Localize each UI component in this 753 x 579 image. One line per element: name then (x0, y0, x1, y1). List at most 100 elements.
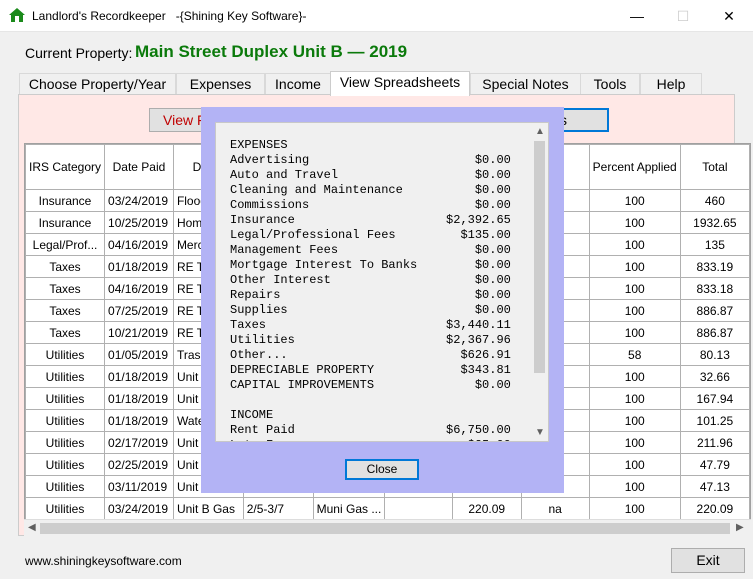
table-cell[interactable] (384, 497, 453, 520)
table-cell[interactable]: Taxes (25, 277, 106, 300)
table-cell[interactable]: 100 (588, 387, 681, 410)
table-cell[interactable]: 220.09 (679, 497, 750, 520)
tab-income[interactable]: Income (265, 73, 331, 95)
table-cell[interactable]: 100 (588, 299, 681, 322)
table-cell[interactable]: 833.18 (679, 277, 750, 300)
tab-view-spreadsheets[interactable]: View Spreadsheets (330, 71, 470, 96)
column-header[interactable]: Total (679, 144, 750, 190)
table-cell[interactable]: Utilities (25, 387, 106, 410)
tab-special-notes[interactable]: Special Notes (470, 73, 581, 95)
view-report-button[interactable]: View F (149, 108, 209, 132)
table-cell[interactable]: Legal/Prof... (25, 233, 106, 256)
table-cell[interactable]: 02/17/2019 (104, 431, 174, 454)
table-cell[interactable]: Insurance (25, 211, 106, 234)
table-cell[interactable]: Muni Gas ... (312, 497, 386, 520)
table-cell[interactable]: 07/25/2019 (104, 299, 174, 322)
close-button[interactable]: Close (345, 459, 419, 480)
scroll-right-icon[interactable]: ▶ (736, 522, 744, 533)
table-cell[interactable]: Utilities (25, 497, 106, 520)
table-cell[interactable]: 100 (588, 409, 681, 432)
table-cell[interactable]: 01/18/2019 (104, 387, 174, 410)
table-cell[interactable]: 100 (588, 189, 681, 212)
table-cell[interactable]: 100 (588, 453, 681, 476)
table-cell[interactable]: na (520, 497, 590, 520)
table-cell[interactable]: 58 (588, 343, 681, 366)
table-cell[interactable]: 100 (588, 497, 681, 520)
table-cell[interactable]: 80.13 (679, 343, 750, 366)
minimize-button[interactable]: — (614, 4, 660, 28)
column-header[interactable]: Percent Applied (588, 144, 681, 190)
table-cell[interactable]: 100 (588, 255, 681, 278)
table-cell[interactable]: 1932.65 (679, 211, 750, 234)
column-header[interactable]: Date Paid (104, 144, 174, 190)
scroll-thumb[interactable] (534, 141, 545, 373)
house-icon (9, 8, 25, 22)
table-cell[interactable]: Insurance (25, 189, 106, 212)
table-cell[interactable]: 03/24/2019 (104, 189, 174, 212)
table-cell[interactable]: 03/11/2019 (104, 475, 174, 498)
table-cell[interactable]: Utilities (25, 365, 106, 388)
table-cell[interactable]: 100 (588, 277, 681, 300)
table-cell[interactable]: 211.96 (679, 431, 750, 454)
table-cell[interactable]: 100 (588, 211, 681, 234)
website-link[interactable]: www.shiningkeysoftware.com (25, 554, 182, 568)
column-header[interactable]: IRS Category (25, 144, 106, 190)
table-cell[interactable]: Unit B Gas (172, 497, 244, 520)
table-cell[interactable]: 01/18/2019 (104, 365, 174, 388)
table-cell[interactable]: 01/18/2019 (104, 255, 174, 278)
table-cell[interactable]: 47.13 (679, 475, 750, 498)
table-cell[interactable]: 886.87 (679, 299, 750, 322)
maximize-button[interactable]: ☐ (660, 4, 706, 28)
summary-report-textbox[interactable]: EXPENSES Advertising $0.00 Auto and Trav… (215, 122, 549, 442)
window-title: Landlord's Recordkeeper -{Shining Key So… (32, 9, 307, 23)
table-cell[interactable]: 03/24/2019 (104, 497, 174, 520)
table-cell[interactable]: Taxes (25, 299, 106, 322)
table-cell[interactable]: 833.19 (679, 255, 750, 278)
table-cell[interactable]: Utilities (25, 453, 106, 476)
tab-help[interactable]: Help (640, 73, 702, 95)
table-cell[interactable]: 100 (588, 431, 681, 454)
tab-choose-property-year[interactable]: Choose Property/Year (19, 73, 176, 95)
summary-report-text: EXPENSES Advertising $0.00 Auto and Trav… (230, 138, 511, 441)
title-bar: Landlord's Recordkeeper -{Shining Key So… (0, 0, 753, 32)
scroll-up-icon[interactable]: ▲ (535, 126, 545, 137)
vertical-scrollbar[interactable]: ▲ ▼ (531, 123, 548, 441)
table-cell[interactable]: 100 (588, 233, 681, 256)
current-property-label: Current Property: (25, 45, 133, 61)
table-cell[interactable]: 01/18/2019 (104, 409, 174, 432)
scroll-thumb[interactable] (40, 523, 730, 534)
scroll-left-icon[interactable]: ◀ (28, 522, 36, 533)
table-cell[interactable]: Utilities (25, 431, 106, 454)
tab-tools[interactable]: Tools (580, 73, 640, 95)
close-window-button[interactable]: ✕ (706, 4, 752, 28)
table-cell[interactable]: 100 (588, 321, 681, 344)
table-cell[interactable]: 2/5-3/7 (242, 497, 314, 520)
tab-expenses[interactable]: Expenses (176, 73, 265, 95)
table-cell[interactable]: 100 (588, 475, 681, 498)
table-cell[interactable]: 220.09 (451, 497, 522, 520)
table-cell[interactable]: 04/16/2019 (104, 277, 174, 300)
horizontal-scrollbar[interactable]: ◀ ▶ (24, 519, 751, 536)
table-cell[interactable]: Taxes (25, 321, 106, 344)
table-row[interactable]: Utilities 03/24/2019 Unit B Gas 2/5-3/7 Muni… (25, 497, 750, 520)
current-property-value: Main Street Duplex Unit B — 2019 (135, 42, 408, 61)
table-cell[interactable]: 10/25/2019 (104, 211, 174, 234)
table-cell[interactable]: 886.87 (679, 321, 750, 344)
table-cell[interactable]: 10/21/2019 (104, 321, 174, 344)
table-cell[interactable]: Utilities (25, 409, 106, 432)
table-cell[interactable]: 47.79 (679, 453, 750, 476)
table-cell[interactable]: Utilities (25, 343, 106, 366)
table-cell[interactable]: 02/25/2019 (104, 453, 174, 476)
table-cell[interactable]: Taxes (25, 255, 106, 278)
scroll-down-icon[interactable]: ▼ (535, 427, 545, 438)
exit-button[interactable]: Exit (671, 548, 745, 573)
table-cell[interactable]: 167.94 (679, 387, 750, 410)
table-cell[interactable]: 32.66 (679, 365, 750, 388)
table-cell[interactable]: 135 (679, 233, 750, 256)
table-cell[interactable]: 01/05/2019 (104, 343, 174, 366)
table-cell[interactable]: 101.25 (679, 409, 750, 432)
table-cell[interactable]: 04/16/2019 (104, 233, 174, 256)
table-cell[interactable]: 460 (679, 189, 750, 212)
table-cell[interactable]: 100 (588, 365, 681, 388)
table-cell[interactable]: Utilities (25, 475, 106, 498)
